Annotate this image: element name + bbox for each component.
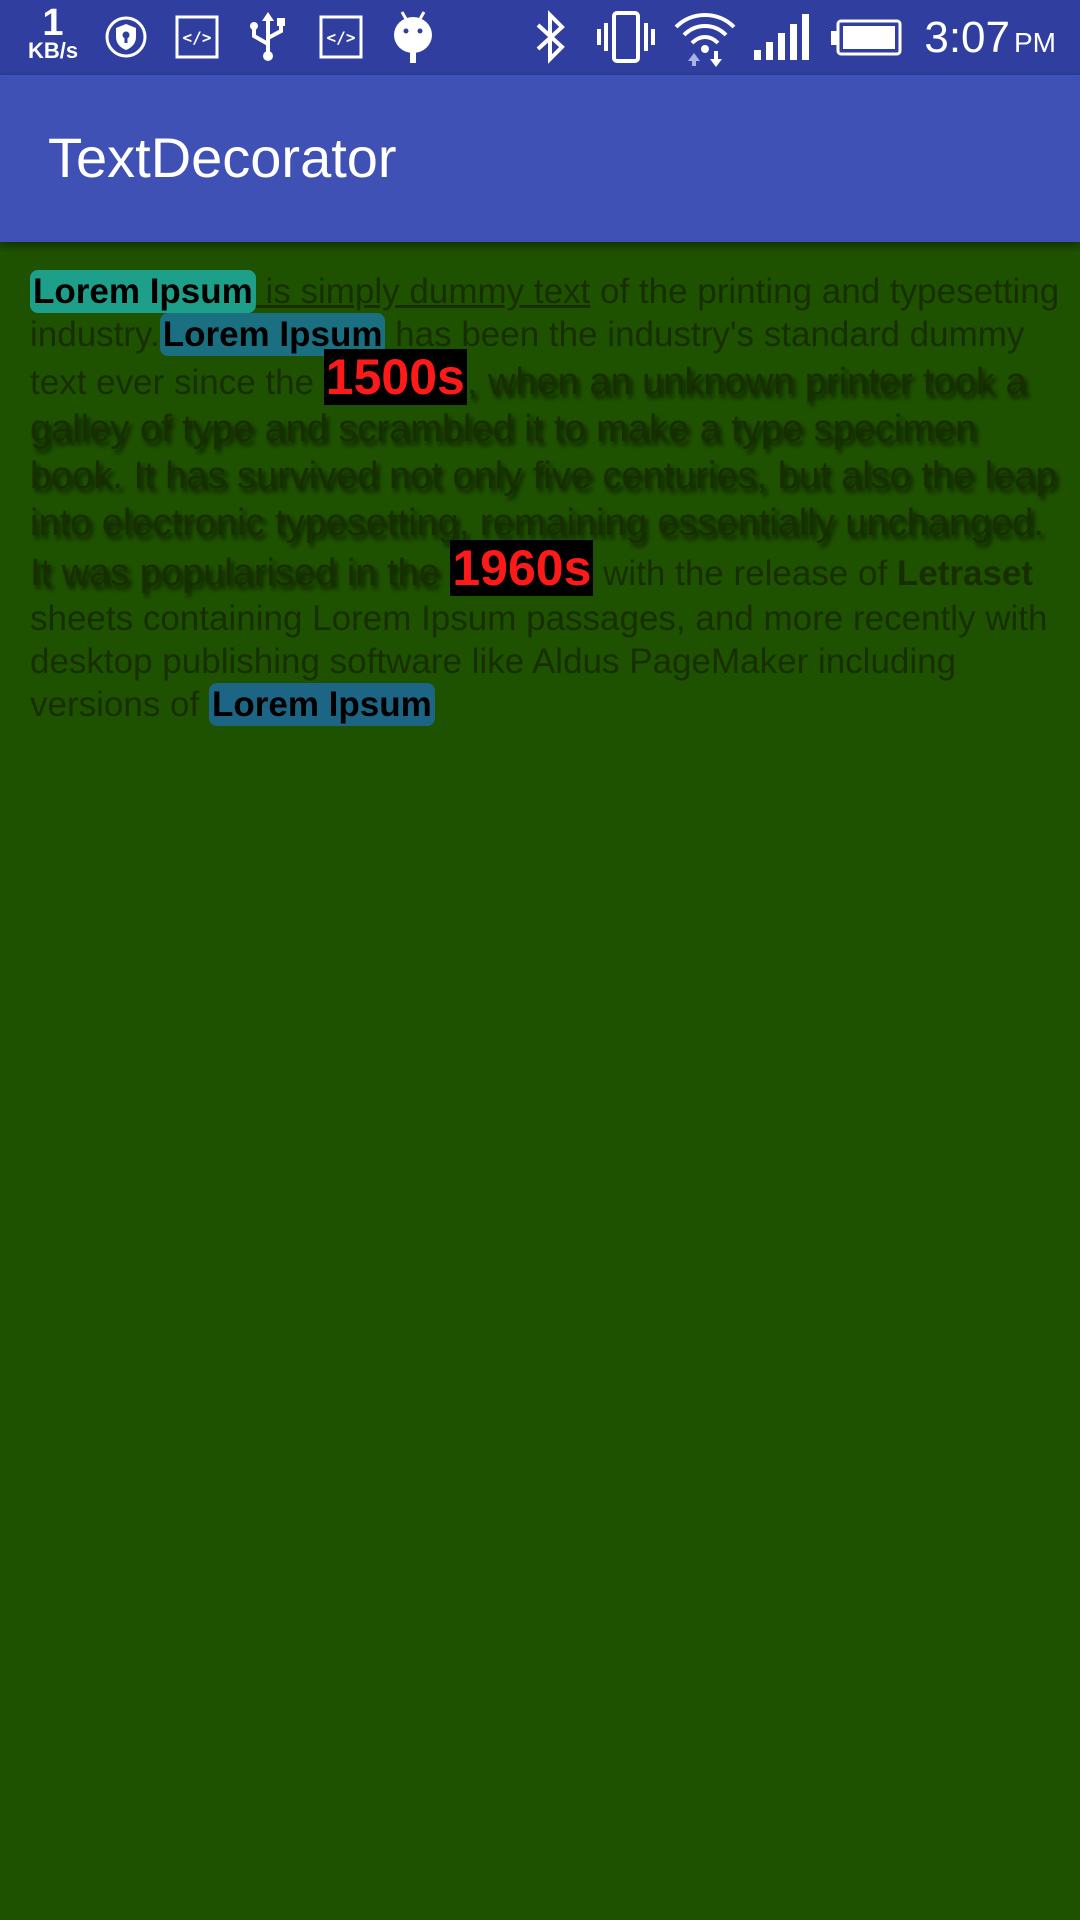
- battery-icon: [830, 12, 902, 62]
- network-speed-unit: KB/s: [27, 38, 79, 63]
- app-title: TextDecorator: [48, 126, 397, 189]
- underlined-text: is simply dummy text: [255, 272, 591, 311]
- body-text: with the release of: [593, 554, 897, 593]
- clock-ampm: PM: [1014, 27, 1056, 58]
- lorem-ipsum-tag: Lorem Ipsum: [30, 270, 256, 313]
- bold-text-letraset: Letraset: [896, 554, 1034, 593]
- android-icon: [390, 11, 436, 63]
- usb-icon: [244, 12, 292, 62]
- decorated-text-view: Lorem Ipsum is simply dummy text of the …: [30, 270, 1060, 726]
- bluetooth-icon: [530, 10, 570, 64]
- wifi-icon: [672, 12, 738, 67]
- app-bar: TextDecorator: [0, 75, 1080, 242]
- body-text: sheets containing Lorem Ipsum passages, …: [30, 599, 1048, 724]
- network-speed-indicator: 1 KB/s: [20, 4, 86, 62]
- code-icon: </>: [174, 12, 220, 62]
- year-highlight-1500s: 1500s: [323, 349, 467, 405]
- signal-icon: [752, 12, 812, 62]
- status-clock: 3:07 PM: [924, 12, 1056, 69]
- svg-text:</>: </>: [183, 28, 212, 47]
- code-icon: </>: [318, 12, 364, 62]
- network-speed-value: 1: [42, 2, 64, 44]
- year-highlight-1960s: 1960s: [450, 540, 594, 596]
- status-bar: 1 KB/s </> </> 3:07 PM: [0, 0, 1080, 75]
- vibrate-icon: [596, 11, 656, 63]
- shield-icon: [104, 12, 148, 62]
- clock-time: 3:07: [924, 13, 1010, 62]
- lorem-ipsum-tag: Lorem Ipsum: [208, 683, 435, 726]
- svg-text:</>: </>: [327, 28, 356, 47]
